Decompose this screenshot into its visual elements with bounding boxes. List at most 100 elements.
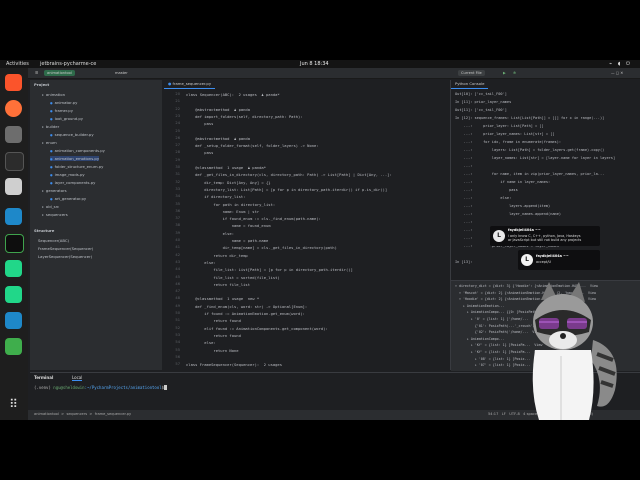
tree-folder[interactable]: animation xyxy=(42,92,65,97)
code-line[interactable]: pass xyxy=(186,150,213,155)
tree-file[interactable]: layer_components.py xyxy=(50,180,96,185)
tree-file[interactable]: image_mods.py xyxy=(50,172,85,177)
code-line[interactable]: else: xyxy=(186,231,234,236)
branch-switcher[interactable]: master xyxy=(112,70,131,76)
code-line[interactable]: @classmethod 1 usage ♟ panda* xyxy=(186,165,266,170)
text-editor-icon[interactable] xyxy=(5,178,22,195)
console-line: ...: layer_names: List[str] = [layer.nam… xyxy=(455,156,616,160)
system-top-bar: Activities jetbrains-pycharme-ce Jun 8 1… xyxy=(0,60,640,68)
tree-file[interactable]: animation_emotions.py xyxy=(50,156,100,161)
tree-file[interactable]: art_generator.py xyxy=(50,196,87,201)
trash-icon[interactable] xyxy=(5,338,22,355)
code-line[interactable]: class Sequencer(ABC): 2 usages ♟ panda* xyxy=(186,92,280,97)
breadcrumb[interactable]: animationtool > sequencers > frame_seque… xyxy=(34,412,131,416)
run-config-selector[interactable]: Current File xyxy=(458,70,485,76)
project-switcher[interactable]: animationtool xyxy=(44,70,75,76)
window-controls[interactable]: — ▢ ✕ xyxy=(608,70,626,76)
debug-icon[interactable]: ✻ xyxy=(510,70,519,76)
code-line[interactable]: if found := AnimationEmotion.get_enum(wo… xyxy=(186,311,305,316)
code-line[interactable]: file_list: List[Path] = [p for p in dire… xyxy=(186,267,352,272)
tree-file[interactable]: framer.py xyxy=(50,108,73,113)
structure-item[interactable]: Sequencer(ABC) xyxy=(38,238,69,243)
tree-file[interactable]: folder_structure_enum.py xyxy=(50,164,104,169)
code-line[interactable]: dir_temp[name] = cls._get_files_in_direc… xyxy=(186,245,337,250)
files-icon[interactable] xyxy=(5,126,22,143)
tree-folder[interactable]: enum xyxy=(42,140,57,145)
sync-app-secondary-icon[interactable] xyxy=(5,312,22,329)
code-line[interactable]: else: xyxy=(186,260,215,265)
console-line: ...: xyxy=(455,164,473,168)
terminal-local-tab[interactable]: Local xyxy=(72,375,83,381)
terminal-prompt-line[interactable]: (.venv) ngu@sheldowin:~/PycharmProjects/… xyxy=(34,385,167,390)
console-line: ...: else: xyxy=(455,196,512,200)
code-line[interactable]: dir_temp: Dict[Any, Any] = {} xyxy=(186,180,270,185)
code-line[interactable]: name: Enum | str xyxy=(186,209,260,214)
debug-variable-row[interactable]: ▸ AnimationEmotion... xyxy=(455,304,505,308)
terminal-icon[interactable] xyxy=(5,152,24,171)
menu-icon[interactable]: ☰ xyxy=(32,70,41,76)
pycharm-secondary-icon[interactable] xyxy=(5,286,22,303)
tree-file[interactable]: loot_ground.py xyxy=(50,116,83,121)
line-number: 28 xyxy=(175,150,180,155)
code-line[interactable]: return file_list xyxy=(186,282,250,287)
code-line[interactable]: @abstractmethod ♟ panda xyxy=(186,107,250,112)
line-number: 50 xyxy=(175,311,180,315)
console-line: ...: for idx, frame in enumerate(frames)… xyxy=(455,140,562,144)
editor-tab-frame-sequencer[interactable]: ● frame_sequencer.py xyxy=(164,80,216,89)
console-line: ...: xyxy=(455,220,473,224)
code-line[interactable]: def _find_enum(cls, word: str) -> Option… xyxy=(186,304,307,309)
activities-button[interactable]: Activities xyxy=(6,61,29,67)
sync-app-icon[interactable] xyxy=(5,208,22,225)
run-icon[interactable]: ▶ xyxy=(500,70,509,76)
code-line[interactable]: def import_folders(self, directory_path:… xyxy=(186,114,302,119)
code-line[interactable]: name = found_enum xyxy=(186,223,271,228)
tree-folder[interactable]: sequencers xyxy=(42,212,68,217)
code-line[interactable]: return None xyxy=(186,348,238,353)
app-grid-icon[interactable]: ⠿ xyxy=(5,396,22,413)
code-line[interactable]: if found_enum := cls._find_enum(path.nam… xyxy=(186,216,321,221)
code-line[interactable]: @abstractmethod ♟ panda xyxy=(186,136,250,141)
tree-file[interactable]: animator.py xyxy=(50,100,78,105)
active-app-label[interactable]: jetbrains-pycharme-ce xyxy=(40,61,96,67)
console-tab[interactable]: Python Console xyxy=(451,80,489,89)
code-line[interactable]: name = path.name xyxy=(186,238,269,243)
code-line[interactable]: elif found := AnimationComponents.get_co… xyxy=(186,326,327,331)
tree-folder[interactable]: generators xyxy=(42,188,67,193)
code-line[interactable]: if directory_list: xyxy=(186,194,245,199)
chat-avatar: L xyxy=(493,230,505,242)
console-line: In [11]: prior_layer_names xyxy=(455,100,512,104)
line-number: 23 xyxy=(175,113,180,118)
structure-item[interactable]: LayerSequencer(Sequencer) xyxy=(38,254,92,259)
terminal-tab[interactable]: Terminal xyxy=(34,375,53,380)
code-line[interactable]: return found xyxy=(186,333,240,338)
line-number: 30 xyxy=(175,165,180,169)
code-line[interactable]: else: xyxy=(186,340,215,345)
code-editor[interactable]: ● frame_sequencer.py 20 class Sequencer(A… xyxy=(164,80,448,370)
code-line[interactable]: return dir_temp xyxy=(186,253,247,258)
tree-file[interactable]: sequence_builder.py xyxy=(50,132,94,137)
tree-folder[interactable]: old_src xyxy=(42,204,59,209)
firefox-icon[interactable] xyxy=(5,100,22,117)
code-line[interactable]: class FrameSequencer(Sequencer): 2 usage… xyxy=(186,362,282,367)
line-number: 22 xyxy=(175,106,180,111)
code-line[interactable]: for path in directory_list: xyxy=(186,202,275,207)
pycharm-icon[interactable] xyxy=(5,260,22,277)
system-tray[interactable]: ⌁ ◖ ⏻ xyxy=(609,61,632,67)
code-line[interactable]: def _get_files_in_directory(cls, directo… xyxy=(186,172,392,177)
mongodb-icon[interactable] xyxy=(5,234,24,253)
code-line[interactable]: directory_list: List[Path] = [p for p in… xyxy=(186,187,387,192)
line-number: 54 xyxy=(175,340,180,345)
code-line[interactable]: return found xyxy=(186,318,240,323)
code-line[interactable]: @classmethod 1 usage new * xyxy=(186,296,259,301)
chat-username: faydbjell404a ~~ xyxy=(536,254,569,258)
debug-variable-row[interactable]: ▸ AnimationCompo... xyxy=(455,337,505,341)
tree-folder[interactable]: builder xyxy=(42,124,59,129)
code-line[interactable]: pass xyxy=(186,121,213,126)
structure-item[interactable]: FrameSequencer(Sequencer) xyxy=(38,246,93,251)
code-line[interactable]: file_list = sorted(file_list) xyxy=(186,275,279,280)
clock[interactable]: Jun 8 18:34 xyxy=(300,61,329,67)
tree-file[interactable]: animation_components.py xyxy=(50,148,105,153)
line-number: 52 xyxy=(175,325,180,330)
brave-browser-icon[interactable] xyxy=(5,74,22,91)
code-line[interactable]: def _setup_folder_format(self, folder_la… xyxy=(186,143,318,148)
